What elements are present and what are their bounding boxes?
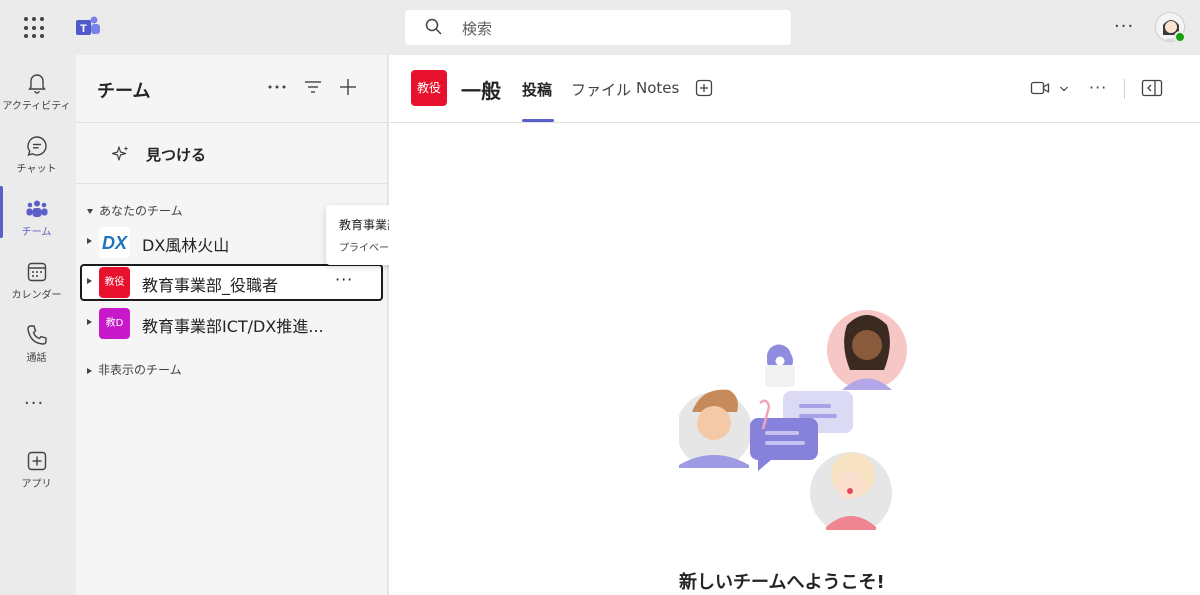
caret-down-icon [87, 209, 93, 214]
rail-label: アプリ [21, 479, 52, 490]
active-tab-indicator [522, 119, 554, 122]
video-icon[interactable] [1030, 79, 1050, 97]
search-input[interactable]: 検索 [462, 18, 492, 39]
add-icon[interactable] [336, 75, 360, 99]
divider [76, 183, 388, 184]
divider [1124, 79, 1125, 99]
your-teams-header[interactable]: あなたのチーム [87, 202, 183, 219]
rail-item-chat[interactable]: チャット [0, 126, 73, 186]
team-name: 教育事業部_役職者 [142, 276, 279, 295]
app-rail: アクティビティ チャット チーム カレンダー 通話 ··· アプリ [0, 55, 73, 595]
more-options-icon[interactable] [265, 75, 289, 99]
team-name: 教育事業部ICT/DX推進... [142, 317, 324, 336]
rail-label: チャット [16, 164, 57, 175]
teams-panel: チーム 見つける あなたのチーム DX DX風林火山 教役 教育事業部_役職者 [76, 55, 388, 595]
more-apps-icon[interactable]: ··· [24, 393, 44, 414]
team-name: DX風林火山 [142, 236, 230, 255]
presence-available-icon [1174, 31, 1186, 43]
top-bar: T 検索 ··· [0, 0, 1200, 55]
calendar-icon [27, 262, 46, 282]
tab-files[interactable]: ファイル [571, 79, 631, 100]
bell-icon [27, 74, 46, 94]
rail-label: 通話 [26, 353, 47, 364]
svg-text:T: T [80, 23, 87, 35]
team-tile: 教D [99, 308, 130, 339]
team-item[interactable]: 教D 教育事業部ICT/DX推進... [80, 305, 383, 342]
team-item-selected[interactable]: 教役 教育事業部_役職者 ··· [80, 264, 383, 301]
search-icon [425, 18, 442, 35]
rail-item-calls[interactable]: 通話 [0, 315, 73, 375]
channel-header: 教役 一般 投稿 ファイル Notes ··· [389, 55, 1200, 123]
filter-icon[interactable] [301, 75, 325, 99]
chevron-down-icon[interactable] [1059, 85, 1069, 93]
discover-button[interactable]: 見つける [146, 144, 206, 165]
welcome-title: 新しいチームへようこそ! [679, 572, 885, 593]
rail-label: チーム [21, 227, 52, 238]
rail-item-teams[interactable]: チーム [0, 189, 73, 249]
teams-logo-icon: T [76, 16, 100, 35]
add-app-icon [27, 451, 46, 471]
tab-posts[interactable]: 投稿 [522, 79, 552, 100]
caret-right-icon [87, 367, 92, 374]
section-label: あなたのチーム [99, 204, 183, 218]
rail-item-apps[interactable]: アプリ [0, 441, 73, 501]
team-tile: 教役 [99, 267, 130, 298]
sparkle-icon [111, 146, 129, 161]
svg-text:DX: DX [102, 233, 128, 253]
panel-toggle-icon[interactable] [1141, 79, 1163, 97]
search-box[interactable]: 検索 [405, 10, 791, 45]
team-tile: 教役 [411, 70, 447, 106]
tab-notes[interactable]: Notes [636, 79, 679, 97]
channel-name: 一般 [461, 79, 501, 103]
team-more-icon[interactable]: ··· [335, 270, 353, 289]
section-label: 非表示のチーム [98, 363, 182, 377]
panel-title: チーム [97, 81, 151, 102]
caret-right-icon[interactable] [87, 278, 92, 284]
rail-label: アクティビティ [2, 101, 71, 112]
rail-label: カレンダー [11, 290, 62, 301]
caret-right-icon[interactable] [87, 319, 92, 325]
more-options-icon[interactable]: ··· [1114, 16, 1134, 37]
hidden-teams-header[interactable]: 非表示のチーム [87, 361, 182, 378]
app-launcher-icon[interactable] [24, 17, 46, 39]
rail-item-activity[interactable]: アクティビティ [0, 63, 73, 123]
add-tab-icon[interactable] [695, 79, 713, 97]
more-options-icon[interactable]: ··· [1089, 78, 1107, 97]
divider [76, 122, 388, 123]
main-content: 教役 一般 投稿 ファイル Notes ··· 新しいチームへようこそ! [389, 55, 1200, 595]
welcome-illustration [679, 310, 907, 530]
caret-right-icon[interactable] [87, 238, 92, 244]
chat-icon [26, 136, 47, 157]
teams-icon [26, 200, 47, 217]
rail-item-calendar[interactable]: カレンダー [0, 252, 73, 312]
team-logo-icon: DX [99, 227, 130, 258]
phone-icon [26, 325, 47, 345]
